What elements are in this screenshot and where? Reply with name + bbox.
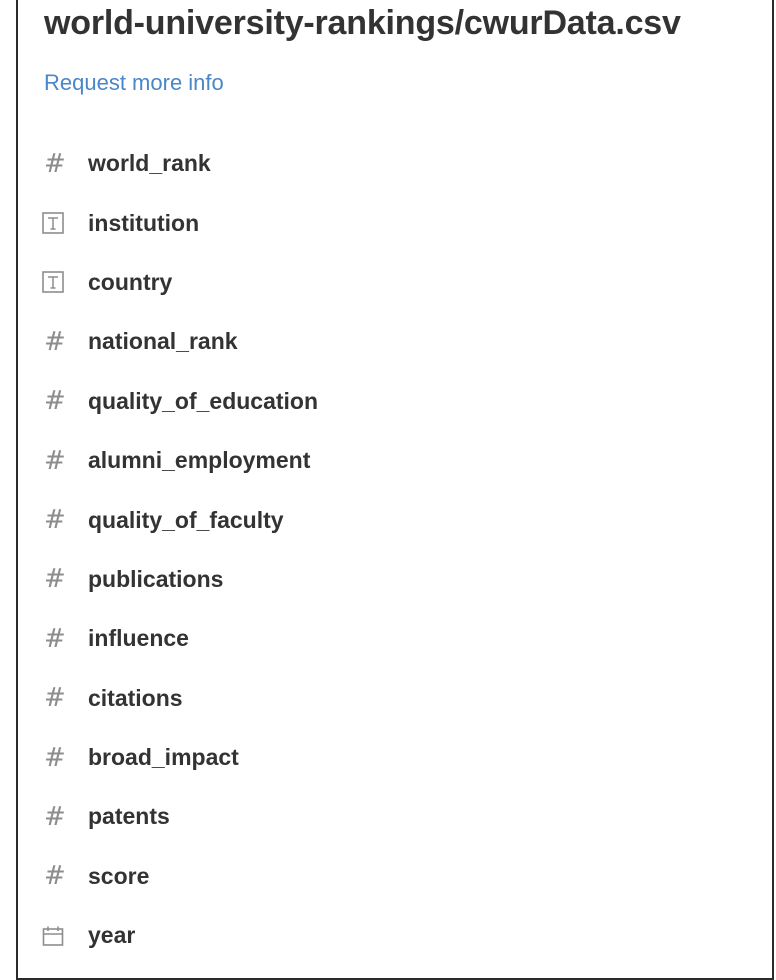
column-name: quality_of_faculty bbox=[88, 506, 284, 533]
column-name: quality_of_education bbox=[88, 387, 319, 414]
column-row-year[interactable]: year bbox=[42, 906, 318, 965]
column-name: influence bbox=[88, 625, 189, 652]
column-row-citations[interactable]: # citations bbox=[42, 669, 318, 728]
numeric-hash-icon: # bbox=[44, 326, 66, 357]
column-row-quality-of-education[interactable]: # quality_of_education bbox=[42, 372, 318, 431]
dataset-file-title: world-university-rankings/cwurData.csv bbox=[44, 4, 681, 42]
column-row-world-rank[interactable]: # world_rank bbox=[42, 134, 318, 193]
column-row-national-rank[interactable]: # national_rank bbox=[42, 312, 318, 371]
text-type-icon bbox=[42, 210, 88, 236]
calendar-icon bbox=[42, 923, 88, 949]
numeric-hash-icon: # bbox=[44, 386, 66, 417]
column-name: world_rank bbox=[88, 150, 211, 177]
column-name: publications bbox=[88, 565, 224, 592]
column-list: # world_rank institution country # national_r… bbox=[42, 134, 318, 965]
column-name: national_rank bbox=[88, 328, 238, 355]
numeric-hash-icon: # bbox=[44, 148, 66, 179]
numeric-hash-icon: # bbox=[44, 861, 66, 892]
column-name: broad_impact bbox=[88, 744, 239, 771]
column-row-influence[interactable]: # influence bbox=[42, 609, 318, 668]
numeric-hash-icon: # bbox=[44, 505, 66, 536]
column-row-country[interactable]: country bbox=[42, 253, 318, 312]
column-row-patents[interactable]: # patents bbox=[42, 787, 318, 846]
column-name: citations bbox=[88, 684, 183, 711]
column-name: year bbox=[88, 922, 136, 949]
column-row-broad-impact[interactable]: # broad_impact bbox=[42, 728, 318, 787]
text-type-icon bbox=[42, 269, 88, 295]
request-more-info-link[interactable]: Request more info bbox=[44, 70, 224, 96]
numeric-hash-icon: # bbox=[44, 683, 66, 714]
column-row-alumni-employment[interactable]: # alumni_employment bbox=[42, 431, 318, 490]
column-name: country bbox=[88, 268, 173, 295]
column-row-publications[interactable]: # publications bbox=[42, 550, 318, 609]
numeric-hash-icon: # bbox=[44, 801, 66, 832]
column-row-score[interactable]: # score bbox=[42, 847, 318, 906]
numeric-hash-icon: # bbox=[44, 623, 66, 654]
numeric-hash-icon: # bbox=[44, 445, 66, 476]
numeric-hash-icon: # bbox=[44, 564, 66, 595]
column-row-institution[interactable]: institution bbox=[42, 193, 318, 252]
column-name: patents bbox=[88, 803, 170, 830]
column-name: alumni_employment bbox=[88, 447, 311, 474]
column-row-quality-of-faculty[interactable]: # quality_of_faculty bbox=[42, 490, 318, 549]
dataset-columns-panel: world-university-rankings/cwurData.csv R… bbox=[16, 0, 774, 980]
column-name: score bbox=[88, 862, 150, 889]
numeric-hash-icon: # bbox=[44, 742, 66, 773]
column-name: institution bbox=[88, 209, 200, 236]
